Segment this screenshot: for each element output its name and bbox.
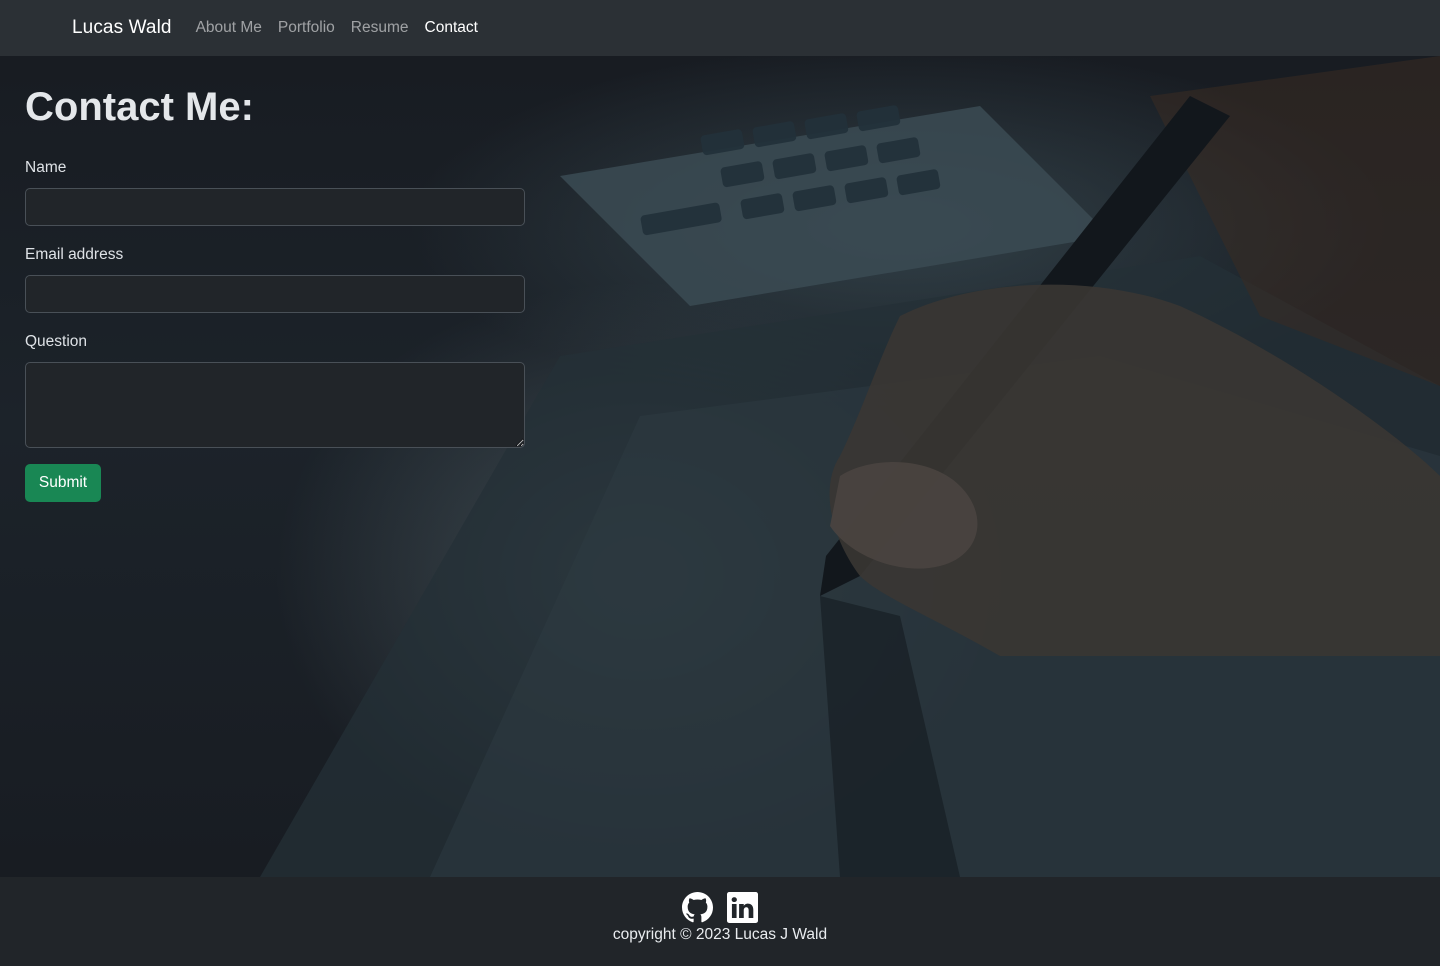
github-icon[interactable] [682,892,713,923]
question-textarea[interactable] [25,362,525,448]
page: Lucas Wald About Me Portfolio Resume Con… [0,0,1440,966]
name-input[interactable] [25,188,525,226]
linkedin-icon[interactable] [727,892,758,923]
nav-link-portfolio[interactable]: Portfolio [278,19,335,37]
nav-link-resume[interactable]: Resume [351,19,409,37]
page-title: Contact Me: [25,85,254,129]
brand-link[interactable]: Lucas Wald [72,17,172,39]
copyright-text: copyright © 2023 Lucas J Wald [612,926,828,943]
submit-button[interactable]: Submit [25,464,101,502]
contact-section: Contact Me: Name Email address Question … [25,56,525,502]
nav-link-about-me[interactable]: About Me [196,19,262,37]
question-label: Question [25,333,88,350]
footer-social-links [0,892,1440,924]
footer: copyright © 2023 Lucas J Wald [0,877,1440,966]
navbar: Lucas Wald About Me Portfolio Resume Con… [0,0,1440,56]
email-input[interactable] [25,275,525,313]
email-label: Email address [25,246,124,263]
nav-link-contact[interactable]: Contact [425,19,478,37]
contact-form: Name Email address Question Submit [25,157,525,502]
name-label: Name [25,159,67,176]
